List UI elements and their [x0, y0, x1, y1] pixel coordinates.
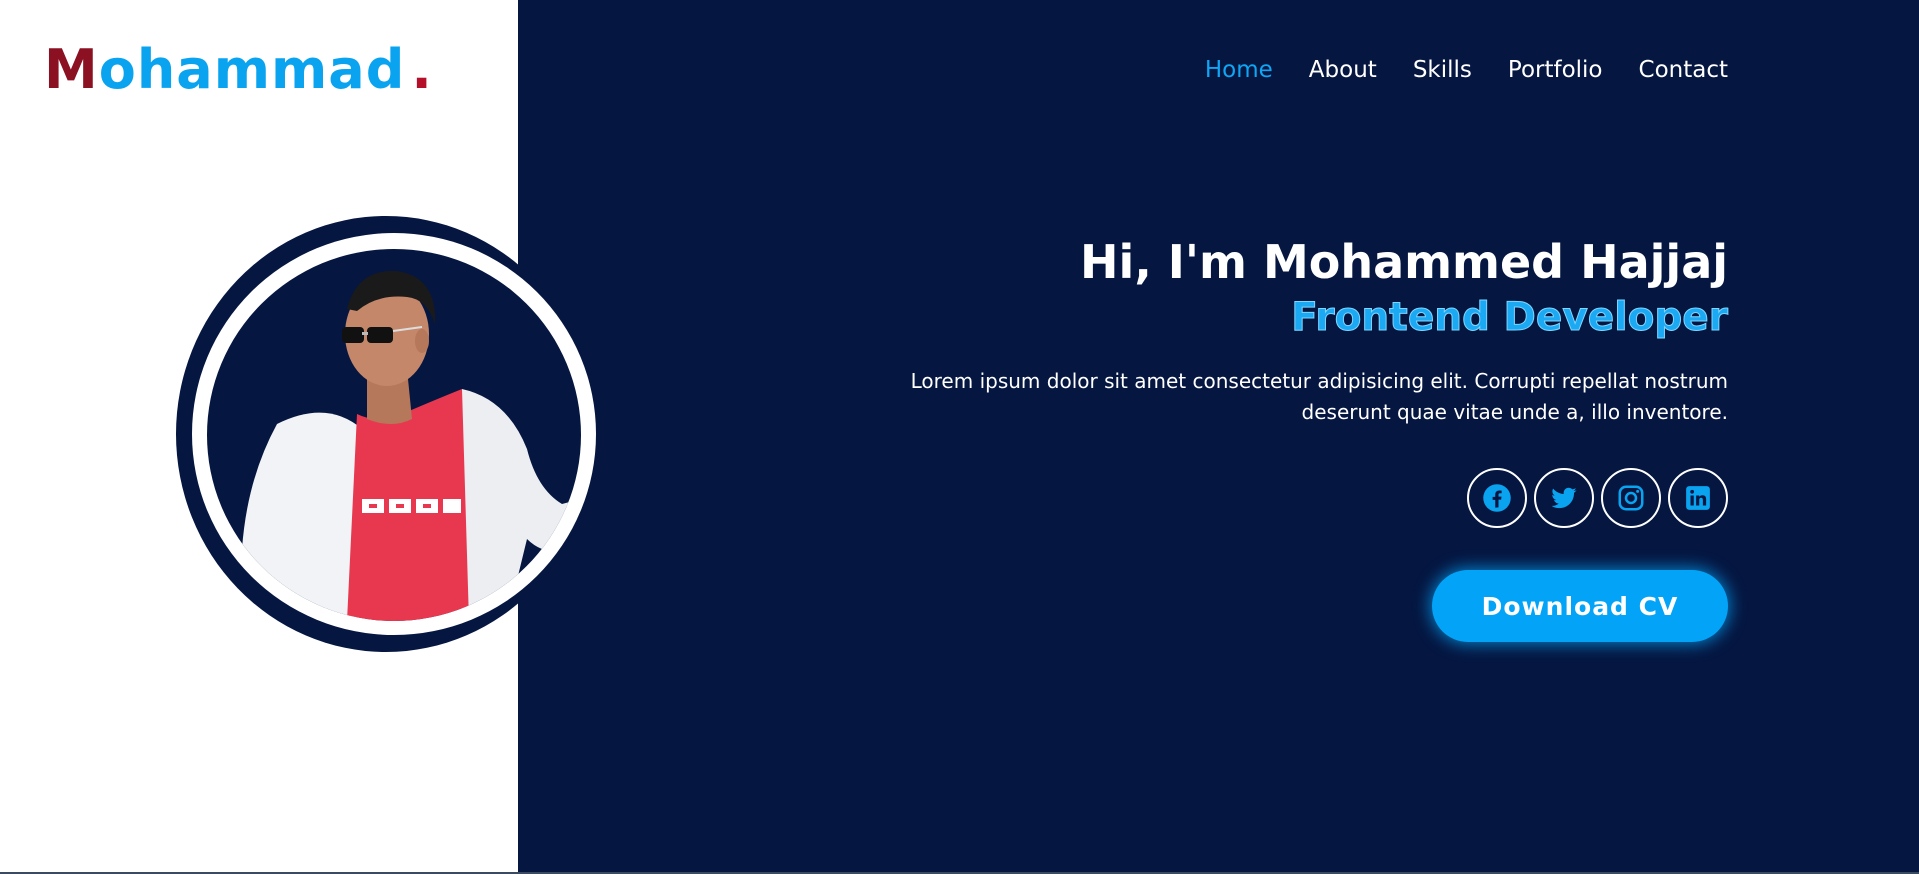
- profile-photo: [207, 249, 581, 621]
- hero-subtitle: Frontend Developer: [1291, 295, 1729, 341]
- logo-first-letter: M: [44, 38, 99, 101]
- twitter-link[interactable]: [1534, 468, 1594, 528]
- cv-wrapper: Download CV: [828, 570, 1728, 642]
- linkedin-icon: [1686, 486, 1710, 510]
- hero-title: Hi, I'm Mohammed Hajjaj: [1080, 235, 1728, 289]
- twitter-icon: [1551, 487, 1577, 509]
- logo-dot: .: [411, 38, 433, 101]
- nav-home[interactable]: Home: [1205, 52, 1273, 88]
- instagram-link[interactable]: [1601, 468, 1661, 528]
- logo-name: ohammad: [98, 38, 406, 101]
- hero-section: Hi, I'm Mohammed Hajjaj Frontend Develop…: [828, 232, 1729, 642]
- download-cv-button[interactable]: Download CV: [1432, 570, 1728, 642]
- social-links: [828, 468, 1728, 528]
- nav-skills[interactable]: Skills: [1413, 52, 1472, 88]
- nav-portfolio[interactable]: Portfolio: [1508, 52, 1603, 88]
- nav-contact[interactable]: Contact: [1639, 52, 1728, 88]
- nav-about[interactable]: About: [1309, 52, 1377, 88]
- instagram-icon: [1618, 485, 1644, 511]
- profile-illustration: [242, 270, 581, 621]
- site-logo[interactable]: Mohammad.: [44, 38, 433, 102]
- main-nav: Home About Skills Portfolio Contact: [1205, 52, 1728, 88]
- facebook-link[interactable]: [1467, 468, 1527, 528]
- linkedin-link[interactable]: [1668, 468, 1728, 528]
- page: Mohammad. Home About Skills Portfolio Co…: [0, 0, 1919, 874]
- facebook-icon: [1483, 484, 1511, 512]
- hero-description: Lorem ipsum dolor sit amet consectetur a…: [910, 369, 1728, 424]
